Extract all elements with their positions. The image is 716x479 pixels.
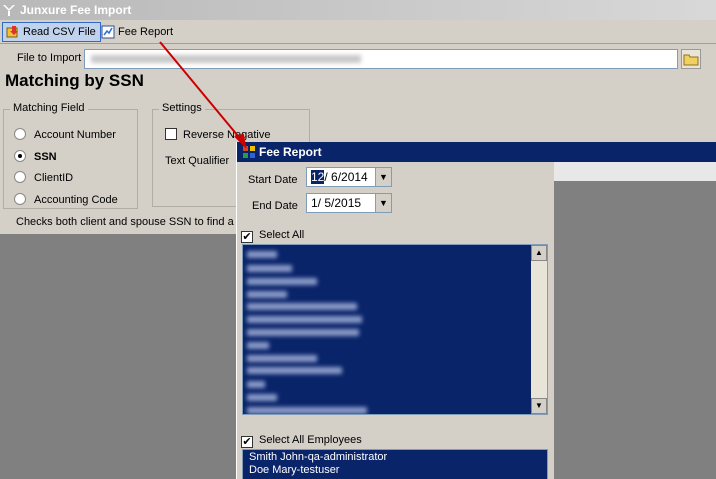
annotation-arrow bbox=[159, 41, 247, 149]
